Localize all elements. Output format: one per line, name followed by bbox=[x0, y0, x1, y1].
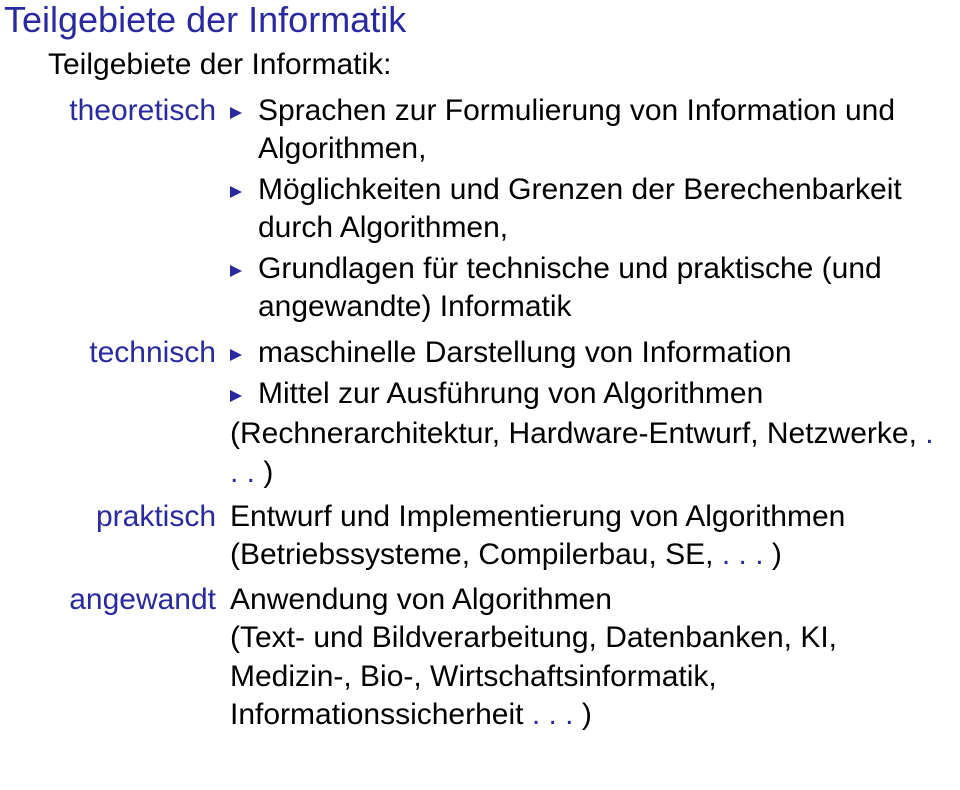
bullet-text: Sprachen zur Formulierung von Informatio… bbox=[258, 94, 895, 165]
sub-post: ) bbox=[574, 698, 592, 731]
list-item: Möglichkeiten und Grenzen der Berechenba… bbox=[230, 171, 940, 248]
paren-text: (Rechnerarchitektur, Hardware-Entwurf, N… bbox=[230, 415, 940, 492]
slide: Teilgebiete der Informatik Teilgebiete d… bbox=[0, 0, 960, 790]
entry-theoretisch: theoretisch Sprachen zur Formulierung vo… bbox=[48, 92, 940, 328]
entry-praktisch: praktisch Entwurf und Implementierung vo… bbox=[48, 498, 940, 575]
entry-label: praktisch bbox=[48, 498, 230, 536]
triangle-icon bbox=[230, 390, 242, 402]
entry-label: angewandt bbox=[48, 581, 230, 619]
entry-label: technisch bbox=[48, 334, 230, 372]
paren-pre: (Rechnerarchitektur, Hardware-Entwurf, N… bbox=[230, 417, 925, 450]
list-item: maschinelle Darstellung von Information bbox=[230, 334, 940, 372]
sub-text: (Text- und Bildverarbeitung, Datenbanken… bbox=[230, 619, 940, 734]
page-title: Teilgebiete der Informatik bbox=[4, 0, 940, 40]
text-post: ) bbox=[764, 538, 782, 571]
entry-technisch: technisch maschinelle Darstellung von In… bbox=[48, 334, 940, 492]
list-item: Grundlagen für technische und praktische… bbox=[230, 250, 940, 327]
bullet-text: maschinelle Darstellung von Information bbox=[258, 336, 792, 369]
triangle-icon bbox=[230, 349, 242, 361]
paren-post: ) bbox=[255, 456, 273, 489]
bullet-text: Möglichkeiten und Grenzen der Berechenba… bbox=[258, 173, 902, 244]
bullet-text: Grundlagen für technische und praktische… bbox=[258, 252, 882, 323]
text-pre: Anwendung von Algorithmen bbox=[230, 581, 940, 619]
entry-angewandt: angewandt Anwendung von Algorithmen (Tex… bbox=[48, 581, 940, 735]
ellipsis: . . . bbox=[532, 698, 574, 731]
list-item: Mittel zur Ausführung von Algorithmen bbox=[230, 375, 940, 413]
entry-label: theoretisch bbox=[48, 92, 230, 130]
bullet-list: Sprachen zur Formulierung von Informatio… bbox=[230, 92, 940, 326]
triangle-icon bbox=[230, 265, 242, 277]
triangle-icon bbox=[230, 186, 242, 198]
triangle-icon bbox=[230, 107, 242, 119]
entry-content: Sprachen zur Formulierung von Informatio… bbox=[230, 92, 940, 328]
subtitle: Teilgebiete der Informatik: bbox=[48, 48, 940, 83]
bullet-list: maschinelle Darstellung von Information … bbox=[230, 334, 940, 413]
entry-content: Anwendung von Algorithmen (Text- und Bil… bbox=[230, 581, 940, 735]
entry-content: maschinelle Darstellung von Information … bbox=[230, 334, 940, 492]
bullet-text: Mittel zur Ausführung von Algorithmen bbox=[258, 377, 763, 410]
ellipsis: . . . bbox=[722, 538, 764, 571]
entries-container: theoretisch Sprachen zur Formulierung vo… bbox=[48, 92, 940, 734]
list-item: Sprachen zur Formulierung von Informatio… bbox=[230, 92, 940, 169]
entry-content: Entwurf und Implementierung von Algorith… bbox=[230, 498, 940, 575]
